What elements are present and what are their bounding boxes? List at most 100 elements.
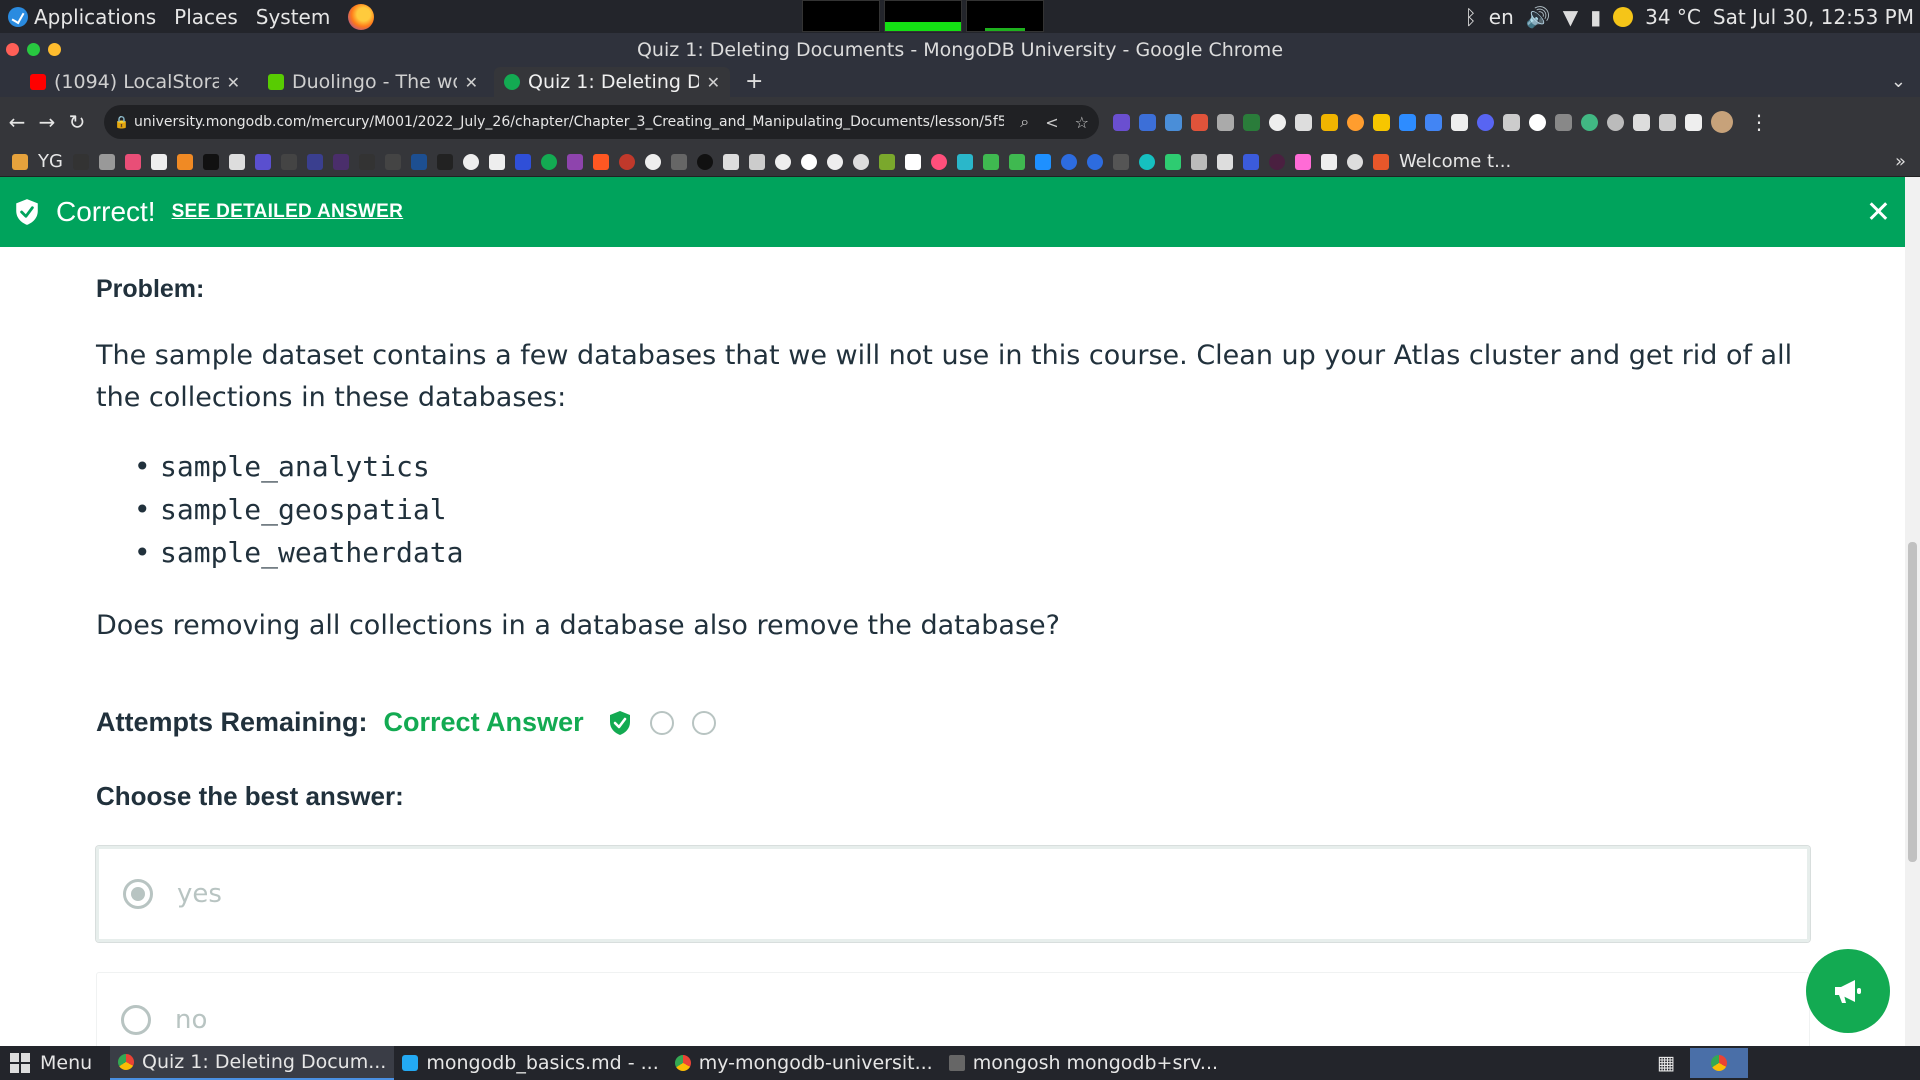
bookmark-icon[interactable] bbox=[1060, 153, 1077, 170]
bookmark-icon[interactable] bbox=[228, 153, 245, 170]
extension-icon[interactable] bbox=[1529, 113, 1546, 131]
tab-duolingo[interactable]: Duolingo - The wor ✕ bbox=[258, 67, 488, 97]
extension-icon[interactable] bbox=[1347, 113, 1364, 131]
see-detailed-answer-link[interactable]: SEE DETAILED ANSWER bbox=[172, 201, 404, 223]
workspace-empty[interactable] bbox=[1840, 1048, 1920, 1078]
tab-search-chevron-icon[interactable]: ⌄ bbox=[1891, 67, 1906, 97]
extension-icon[interactable] bbox=[1165, 113, 1182, 131]
bookmark-icon[interactable] bbox=[592, 153, 609, 170]
start-menu-button[interactable]: Menu bbox=[0, 1052, 110, 1074]
extension-icon[interactable] bbox=[1477, 113, 1494, 131]
wifi-icon[interactable]: ▼ bbox=[1563, 5, 1578, 29]
bookmark-star-icon[interactable]: ☆ bbox=[1075, 113, 1089, 132]
taskbar-item-chrome-repo[interactable]: my-mongodb-universit... bbox=[667, 1046, 941, 1080]
close-tab-icon[interactable]: ✕ bbox=[707, 73, 720, 92]
extension-icon[interactable] bbox=[1321, 113, 1338, 131]
battery-icon[interactable]: ▮ bbox=[1590, 5, 1601, 29]
bookmark-icon[interactable] bbox=[878, 153, 895, 170]
maximize-window-button[interactable] bbox=[27, 43, 40, 56]
share-icon[interactable]: < bbox=[1045, 113, 1058, 132]
qr-code-icon[interactable] bbox=[1633, 113, 1650, 131]
bookmark-icon[interactable] bbox=[748, 153, 765, 170]
temperature[interactable]: 34 °C bbox=[1645, 5, 1701, 29]
workspace-icon[interactable]: ▦ bbox=[1648, 1048, 1684, 1078]
side-panel-icon[interactable] bbox=[1685, 113, 1702, 131]
close-tab-icon[interactable]: ✕ bbox=[227, 73, 240, 92]
bookmark-icon[interactable] bbox=[1294, 153, 1311, 170]
bookmark-yg[interactable]: YG bbox=[38, 151, 63, 172]
bookmark-icon[interactable] bbox=[358, 153, 375, 170]
lock-icon[interactable]: 🔒 bbox=[114, 115, 129, 129]
bookmark-icon[interactable] bbox=[1008, 153, 1025, 170]
feedback-button[interactable] bbox=[1806, 949, 1890, 1033]
clock[interactable]: Sat Jul 30, 12:53 PM bbox=[1713, 5, 1914, 29]
browser-menu-icon[interactable]: ⋮ bbox=[1746, 110, 1772, 134]
extension-icon[interactable] bbox=[1191, 113, 1208, 131]
bookmark-icon[interactable] bbox=[540, 153, 557, 170]
extension-icon[interactable] bbox=[1451, 113, 1468, 131]
bookmark-icon[interactable] bbox=[774, 153, 791, 170]
zoom-extension-icon[interactable] bbox=[1399, 113, 1416, 131]
bookmark-icon[interactable] bbox=[852, 153, 869, 170]
url-text[interactable]: university.mongodb.com/mercury/M001/2022… bbox=[134, 114, 1004, 130]
bookmark-icon[interactable] bbox=[1190, 153, 1207, 170]
bluetooth-icon[interactable]: ᛒ bbox=[1465, 5, 1477, 29]
bookmark-icon[interactable] bbox=[176, 153, 193, 170]
bookmark-icon[interactable] bbox=[722, 153, 739, 170]
bookmark-icon[interactable] bbox=[1320, 153, 1337, 170]
extension-icon[interactable] bbox=[1581, 113, 1598, 131]
close-window-button[interactable] bbox=[6, 43, 19, 56]
keyboard-layout[interactable]: en bbox=[1489, 5, 1514, 29]
bookmark-icon[interactable] bbox=[384, 153, 401, 170]
bookmark-icon[interactable] bbox=[98, 153, 115, 170]
extension-icon[interactable] bbox=[1295, 113, 1312, 131]
github-icon[interactable] bbox=[1269, 113, 1286, 131]
bookmark-icon[interactable] bbox=[436, 153, 453, 170]
scrollbar-thumb[interactable] bbox=[1908, 542, 1917, 862]
taskbar-item-vscode[interactable]: mongodb_basics.md - ... bbox=[394, 1046, 666, 1080]
answer-option-no[interactable]: no bbox=[96, 972, 1810, 1046]
address-bar[interactable]: 🔒 university.mongodb.com/mercury/M001/20… bbox=[104, 105, 1099, 139]
bookmark-icon[interactable] bbox=[488, 153, 505, 170]
extension-icon[interactable] bbox=[1373, 113, 1390, 131]
bookmark-icon[interactable] bbox=[956, 153, 973, 170]
bookmark-icon[interactable] bbox=[280, 153, 297, 170]
close-tab-icon[interactable]: ✕ bbox=[465, 73, 478, 92]
bookmark-icon[interactable] bbox=[124, 153, 141, 170]
extension-icon[interactable] bbox=[1217, 113, 1234, 131]
zoom-icon[interactable]: ⌕ bbox=[1020, 112, 1029, 132]
bookmark-icon[interactable] bbox=[1268, 153, 1285, 170]
puzzle-extensions-icon[interactable] bbox=[1659, 113, 1676, 131]
extension-icon[interactable] bbox=[1503, 113, 1520, 131]
bookmark-icon[interactable] bbox=[1346, 153, 1363, 170]
bookmark-icon[interactable] bbox=[514, 153, 531, 170]
bookmark-icon[interactable] bbox=[332, 153, 349, 170]
extension-icon[interactable] bbox=[1113, 113, 1130, 131]
new-tab-button[interactable]: + bbox=[745, 67, 763, 97]
google-icon[interactable] bbox=[800, 153, 817, 170]
page-scrollbar[interactable] bbox=[1905, 177, 1920, 1046]
bookmark-icon[interactable] bbox=[1086, 153, 1103, 170]
bookmark-icon[interactable] bbox=[618, 153, 635, 170]
profile-avatar[interactable] bbox=[1711, 111, 1733, 133]
bookmark-icon[interactable] bbox=[202, 153, 219, 170]
bookmark-icon[interactable] bbox=[904, 153, 921, 170]
bookmark-icon[interactable] bbox=[12, 153, 28, 170]
taskbar-item-terminal[interactable]: mongosh mongodb+srv... bbox=[941, 1046, 1226, 1080]
taskbar-item-chrome-quiz[interactable]: Quiz 1: Deleting Docum... bbox=[110, 1046, 395, 1080]
bookmark-icon[interactable] bbox=[1112, 153, 1129, 170]
bookmark-icon[interactable] bbox=[1164, 153, 1181, 170]
extension-icon[interactable] bbox=[1243, 113, 1260, 131]
bookmark-icon[interactable] bbox=[1242, 153, 1259, 170]
bookmark-icon[interactable] bbox=[1034, 153, 1051, 170]
forward-button[interactable]: → bbox=[34, 110, 60, 134]
bookmark-icon[interactable] bbox=[670, 153, 687, 170]
bookmark-icon[interactable] bbox=[644, 153, 661, 170]
workspace-empty[interactable] bbox=[1754, 1048, 1834, 1078]
bookmark-icon[interactable] bbox=[410, 153, 427, 170]
extension-icon[interactable] bbox=[1607, 113, 1624, 131]
bookmark-icon[interactable] bbox=[1216, 153, 1233, 170]
bookmark-icon[interactable] bbox=[72, 153, 89, 170]
radio-icon[interactable] bbox=[121, 1005, 151, 1035]
workspace-active-chrome-icon[interactable] bbox=[1690, 1048, 1748, 1078]
